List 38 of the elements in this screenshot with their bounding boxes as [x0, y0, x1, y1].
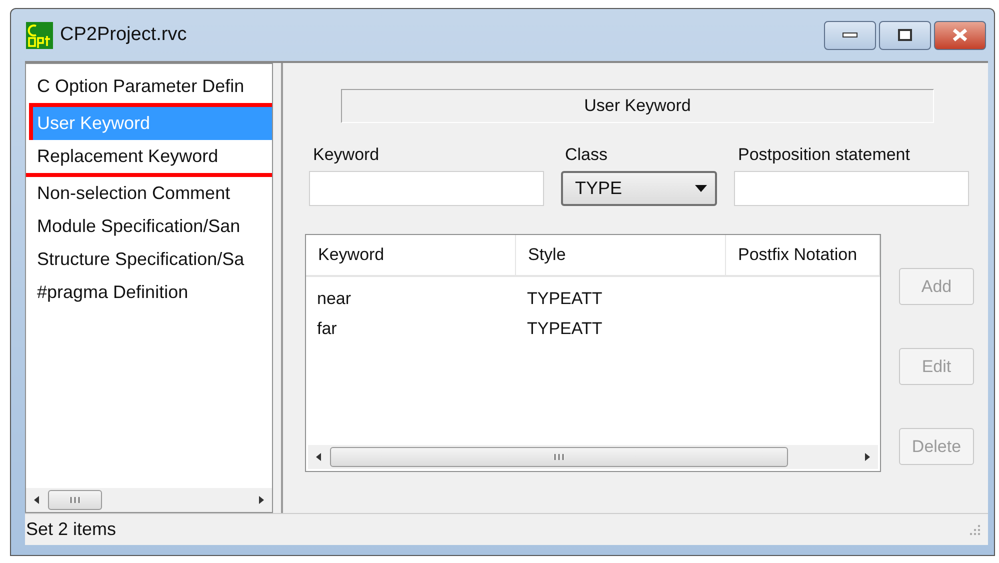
table-cell-text: far	[316, 318, 338, 340]
sidebar-item[interactable]: Non-selection Comment	[26, 177, 272, 210]
close-icon	[952, 28, 968, 42]
resize-grip-icon[interactable]	[970, 524, 980, 534]
window-title: CP2Project.rvc	[60, 24, 188, 46]
caret-icon	[695, 185, 707, 192]
field-label: Class	[564, 145, 609, 165]
section-heading: User Keyword	[341, 89, 934, 123]
column-header[interactable]: Postfix Notation	[726, 235, 880, 275]
class-dropdown[interactable]: TYPE	[561, 171, 717, 206]
close-button[interactable]	[934, 20, 986, 50]
maximize-icon	[898, 29, 912, 41]
minimize-icon	[842, 32, 858, 38]
grip-icon	[553, 453, 565, 461]
column-header[interactable]: Keyword	[306, 235, 516, 275]
input-field[interactable]	[734, 171, 969, 206]
minimize-button[interactable]	[824, 20, 876, 50]
table-cell-text: TYPEATT	[526, 288, 604, 310]
sidebar-item[interactable]: Module Specification/San	[26, 210, 272, 243]
horizontal-scrollbar[interactable]	[308, 445, 878, 469]
scroll-left-icon[interactable]	[314, 451, 324, 463]
sidebar-item[interactable]: #pragma Definition	[26, 276, 272, 309]
app-logo	[26, 22, 53, 48]
grip-icon	[69, 496, 81, 504]
scroll-right-icon[interactable]	[256, 494, 266, 506]
maximize-button[interactable]	[879, 20, 931, 50]
horizontal-scrollbar[interactable]	[26, 488, 272, 512]
column-header[interactable]: Style	[516, 235, 726, 275]
scroll-right-icon[interactable]	[862, 451, 872, 463]
status-text: Set 2 items	[25, 519, 116, 540]
sidebar-item[interactable]: C Option Parameter Defin	[26, 70, 272, 103]
field-label: Keyword	[312, 145, 380, 165]
table-cell-text: TYPEATT	[526, 318, 604, 340]
scroll-left-icon[interactable]	[32, 494, 42, 506]
field-label: Postposition statement	[737, 145, 911, 165]
sidebar-item[interactable]: Structure Specification/Sa	[26, 243, 272, 276]
input-field[interactable]	[309, 171, 544, 206]
table-cell-text: near	[316, 288, 352, 310]
